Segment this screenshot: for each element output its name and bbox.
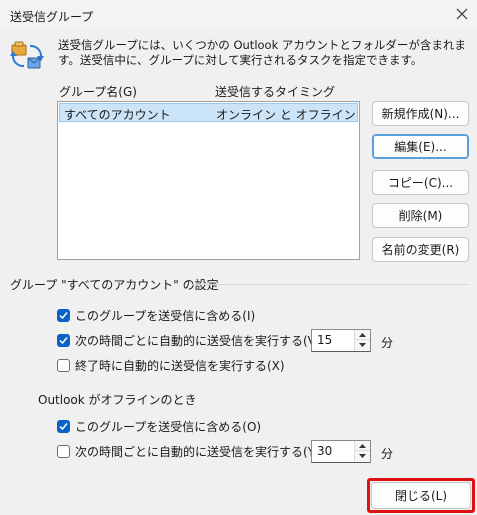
checkbox-unchecked-icon[interactable] — [57, 358, 70, 372]
checkbox-checked-icon[interactable] — [57, 308, 70, 322]
delete-button[interactable]: 削除(M) — [372, 203, 469, 228]
offline-minutes-value: 30 — [317, 444, 333, 458]
copy-button[interactable]: コピー(C)... — [372, 170, 469, 195]
minutes-unit: 分 — [381, 336, 394, 350]
minutes-spinner[interactable]: 15 — [311, 329, 371, 352]
close-button[interactable]: 閉じる(L) — [371, 482, 471, 509]
checkbox-checked-icon[interactable] — [57, 419, 70, 433]
window-title: 送受信グループ — [10, 10, 94, 24]
include-group-checkbox[interactable]: このグループを送受信に含める(I) — [57, 307, 255, 323]
offline-include-group-label: このグループを送受信に含める(O) — [75, 419, 262, 434]
column-header-timing: 送受信するタイミング — [215, 85, 336, 99]
offline-include-group-checkbox[interactable]: このグループを送受信に含める(O) — [57, 418, 261, 434]
close-icon[interactable] — [452, 4, 472, 24]
spin-up-icon[interactable] — [355, 441, 370, 451]
list-item-timing: オンライン と オフライン — [216, 108, 356, 122]
dialog-description: 送受信グループには、いくつかの Outlook アカウントとフォルダーが含まれま… — [58, 38, 466, 67]
new-button[interactable]: 新規作成(N)... — [372, 101, 469, 126]
send-on-exit-checkbox[interactable]: 終了時に自動的に送受信を実行する(X) — [57, 357, 285, 373]
offline-minutes-unit: 分 — [381, 447, 394, 461]
checkbox-checked-icon[interactable] — [57, 333, 70, 347]
spin-up-icon[interactable] — [355, 330, 370, 340]
include-group-label: このグループを送受信に含める(I) — [75, 308, 256, 323]
list-item[interactable]: すべてのアカウント オンライン と オフライン — [59, 103, 358, 122]
group-list[interactable]: すべてのアカウント オンライン と オフライン — [57, 101, 360, 260]
offline-auto-send-receive-label: 次の時間ごとに自動的に送受信を実行する(Y) — [75, 444, 320, 459]
offline-section-title: Outlook がオフラインのとき — [38, 393, 197, 407]
group-settings-title: グループ "すべてのアカウント" の設定 — [10, 278, 219, 292]
send-on-exit-label: 終了時に自動的に送受信を実行する(X) — [75, 358, 285, 373]
group-divider — [192, 284, 468, 285]
send-receive-icon — [10, 41, 44, 71]
auto-send-receive-checkbox[interactable]: 次の時間ごとに自動的に送受信を実行する(V) — [57, 332, 321, 348]
minutes-value: 15 — [317, 333, 333, 347]
auto-send-receive-label: 次の時間ごとに自動的に送受信を実行する(V) — [75, 333, 321, 348]
edit-button[interactable]: 編集(E)... — [372, 134, 469, 159]
spin-down-icon[interactable] — [355, 340, 370, 350]
offline-auto-send-receive-checkbox[interactable]: 次の時間ごとに自動的に送受信を実行する(Y) — [57, 443, 320, 459]
checkbox-unchecked-icon[interactable] — [57, 444, 70, 458]
column-header-group-name: グループ名(G) — [59, 85, 137, 99]
spin-down-icon[interactable] — [355, 451, 370, 461]
rename-button[interactable]: 名前の変更(R) — [372, 237, 469, 262]
list-item-name: すべてのアカウント — [64, 108, 171, 122]
offline-minutes-spinner[interactable]: 30 — [311, 440, 371, 463]
